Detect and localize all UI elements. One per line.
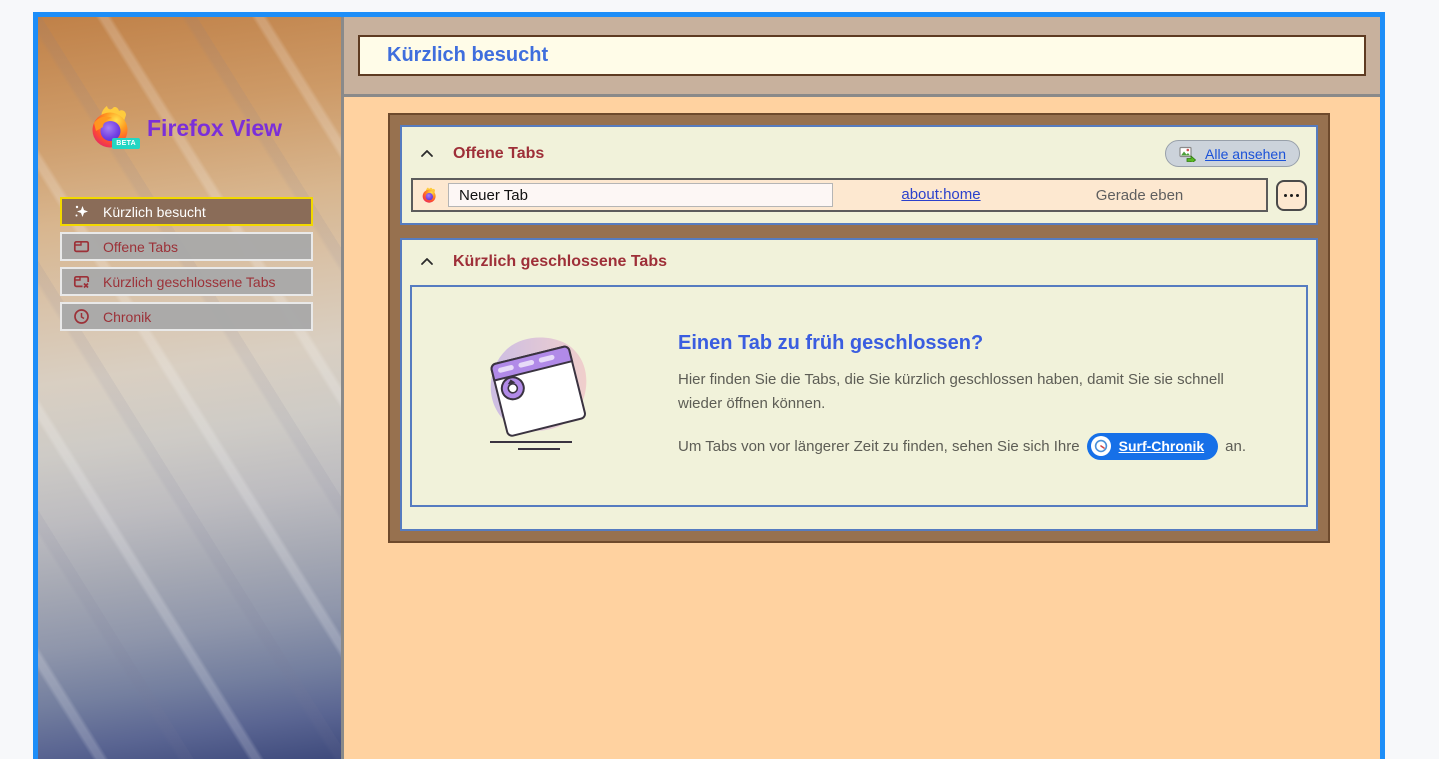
sidebar-item-recently-closed[interactable]: Kürzlich geschlossene Tabs [60, 267, 313, 296]
page-header: Kürzlich besucht [344, 17, 1380, 97]
collapse-open-tabs-button[interactable] [418, 145, 436, 163]
sidebar-item-open-tabs[interactable]: Offene Tabs [60, 232, 313, 261]
tab-more-options-button[interactable] [1276, 179, 1307, 211]
collapse-recently-closed-button[interactable] [418, 253, 436, 271]
view-all-icon [1179, 146, 1197, 162]
sidebar-item-history[interactable]: Chronik [60, 302, 313, 331]
firefox-logo-icon: BETA [88, 105, 140, 151]
tab-icon [73, 240, 90, 253]
sidebar-item-label: Chronik [103, 308, 152, 325]
page-title-box: Kürzlich besucht [358, 35, 1366, 76]
more-options-icon [1284, 193, 1299, 197]
empty-state-body2-prefix: Um Tabs von vor längerer Zeit zu finden,… [678, 437, 1080, 455]
recently-closed-heading: Kürzlich geschlossene Tabs [453, 253, 667, 270]
main-area: Kürzlich besucht Offene Tabs Alle ansehe… [344, 17, 1380, 759]
open-tab-row[interactable]: Neuer Tab about:home Gerade eben [411, 178, 1268, 212]
view-all-button[interactable]: Alle ansehen [1165, 140, 1300, 167]
sidebar-item-recent-browsing[interactable]: Kürzlich besucht [60, 197, 313, 226]
sidebar-item-label: Kürzlich geschlossene Tabs [103, 273, 276, 290]
empty-state-body: Hier finden Sie die Tabs, die Sie kürzli… [678, 371, 1224, 412]
view-all-label: Alle ansehen [1205, 145, 1286, 162]
sidebar-item-label: Kürzlich besucht [103, 203, 206, 220]
brand: BETA Firefox View [88, 105, 341, 151]
empty-state-body2-suffix: an. [1225, 437, 1247, 455]
history-link-label: Surf-Chronik [1118, 438, 1205, 455]
closed-tab-illustration [476, 330, 602, 463]
history-clock-icon [1090, 436, 1111, 457]
sparkle-icon [75, 205, 88, 217]
tab-title: Neuer Tab [448, 183, 833, 207]
sidebar-item-label: Offene Tabs [103, 238, 178, 255]
open-tabs-heading: Offene Tabs [453, 144, 545, 162]
page-title: Kürzlich besucht [387, 44, 549, 66]
open-tabs-section: Offene Tabs Alle ansehen Neuer Tab about… [400, 125, 1318, 225]
tab-close-icon [73, 275, 90, 289]
chevron-up-icon [421, 149, 433, 157]
empty-state-title: Einen Tab zu früh geschlossen? [678, 332, 984, 355]
view-card: Offene Tabs Alle ansehen Neuer Tab about… [388, 113, 1330, 543]
firefox-favicon [422, 186, 436, 203]
clock-icon [74, 309, 89, 324]
firefox-view-window: BETA Firefox View Kürzlich besucht Offen… [33, 12, 1385, 759]
beta-badge: BETA [112, 138, 140, 149]
firefox-view-title: Firefox View [147, 114, 283, 141]
sidebar: BETA Firefox View Kürzlich besucht Offen… [38, 17, 344, 759]
empty-state: Einen Tab zu früh geschlossen? Hier find… [410, 285, 1308, 507]
tab-url-link[interactable]: about:home [901, 186, 980, 203]
tab-time: Gerade eben [1095, 186, 1184, 204]
content: Offene Tabs Alle ansehen Neuer Tab about… [344, 97, 1380, 759]
sidebar-nav: Kürzlich besucht Offene Tabs Kürzlich ge… [60, 197, 313, 331]
history-link-button[interactable]: Surf-Chronik [1086, 432, 1219, 460]
chevron-up-icon [421, 258, 433, 265]
recently-closed-section: Kürzlich geschlossene Tabs Einen Tab zu … [400, 238, 1318, 531]
